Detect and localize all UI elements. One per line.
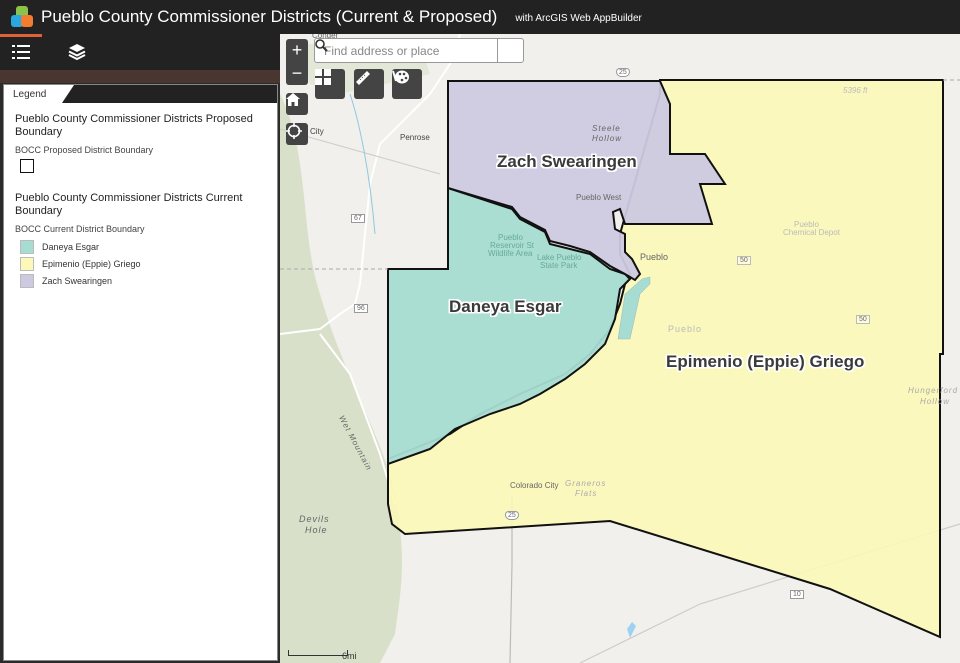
us-route-shield: 50	[856, 315, 870, 324]
zoom-control: + −	[286, 39, 308, 85]
place-label: Hungerford	[908, 386, 959, 395]
legend-item: Daneya Esgar	[20, 238, 266, 255]
search-widget	[314, 38, 524, 63]
place-label: Pueblo West	[576, 193, 622, 202]
tab-legend[interactable]	[0, 34, 42, 70]
elevation-label: 5396 ft	[843, 86, 868, 95]
legend-tab[interactable]: Legend	[4, 85, 74, 103]
legend-tabbar: Legend	[4, 85, 277, 103]
district-label-swearingen: Zach Swearingen	[497, 152, 637, 171]
search-button[interactable]	[315, 39, 523, 62]
home-button[interactable]	[286, 93, 308, 115]
home-icon	[286, 93, 300, 106]
zoom-in-button[interactable]: +	[286, 39, 308, 62]
basemap-gallery-icon	[315, 69, 331, 85]
legend-label: Zach Swearingen	[42, 275, 113, 286]
app-title: Pueblo County Commissioner Districts (Cu…	[41, 7, 498, 26]
place-label: Hollow	[920, 397, 951, 406]
legend-swatch-swearingen	[20, 273, 34, 288]
place-label: Graneros	[565, 479, 607, 488]
place-label: Pueblo	[640, 252, 669, 262]
river	[349, 93, 376, 235]
legend-body: Pueblo County Commissioner Districts Pro…	[4, 103, 277, 299]
place-label: State Park	[540, 261, 578, 270]
zoom-out-button[interactable]: −	[286, 62, 308, 85]
legend-item: Zach Swearingen	[20, 272, 266, 289]
app-header: Pueblo County Commissioner Districts (Cu…	[0, 0, 960, 34]
legend-label: Daneya Esgar	[42, 241, 100, 252]
place-label: City	[310, 127, 324, 136]
state-route-shield: 67	[351, 214, 365, 223]
legend-swatch-esgar	[20, 239, 34, 254]
state-route-shield: 96	[354, 304, 368, 313]
legend-swatch-griego	[20, 256, 34, 271]
map-view[interactable]: Penrose City Conder Steele Hollow Pueblo…	[280, 34, 960, 663]
place-label: Penrose	[400, 133, 430, 142]
draw-palette-icon	[392, 70, 409, 84]
measure-button[interactable]	[354, 69, 384, 99]
locate-button[interactable]	[286, 123, 308, 145]
place-label: Colorado City	[510, 481, 559, 490]
legend-widget: Legend Pueblo County Commissioner Distri…	[3, 84, 278, 661]
state-route-shield: 10	[790, 590, 804, 599]
us-route-shield: 50	[737, 256, 751, 265]
side-panel: Legend Pueblo County Commissioner Distri…	[0, 34, 280, 663]
place-label: Flats	[575, 489, 598, 498]
place-label: Devils	[299, 514, 330, 524]
place-label: Pueblo	[668, 324, 703, 334]
scale-label: 6mi	[342, 651, 357, 661]
district-label-esgar: Daneya Esgar	[449, 297, 562, 316]
legend-layer-proposed-title: Pueblo County Commissioner Districts Pro…	[15, 113, 253, 138]
tab-layers[interactable]	[56, 34, 98, 70]
legend-current-subtitle: BOCC Current District Boundary	[15, 224, 145, 234]
search-icon	[315, 39, 328, 52]
interstate-shield: 25	[616, 68, 630, 77]
search-input[interactable]	[315, 39, 497, 62]
place-label: Hollow	[592, 134, 623, 143]
layers-icon	[68, 44, 86, 61]
legend-proposed-subtitle: BOCC Proposed District Boundary	[15, 145, 154, 155]
measure-ruler-icon	[356, 71, 370, 85]
legend-label: Epimenio (Eppie) Griego	[42, 258, 141, 269]
place-label: Chemical Depot	[783, 228, 840, 237]
district-label-griego: Epimenio (Eppie) Griego	[666, 352, 865, 371]
legend-layer-current-title: Pueblo County Commissioner Districts Cur…	[15, 192, 243, 217]
draw-button[interactable]	[392, 69, 422, 99]
panel-title-strip	[0, 70, 280, 83]
app-logo-icon	[9, 4, 35, 30]
place-label: Hole	[305, 525, 328, 535]
interstate-shield: 25	[505, 511, 519, 520]
locate-crosshair-icon	[286, 123, 302, 139]
legend-list-icon	[12, 45, 30, 59]
legend-item: Epimenio (Eppie) Griego	[20, 255, 266, 272]
proposed-boundary-swatch	[20, 159, 34, 173]
app-subtitle: with ArcGIS Web AppBuilder	[515, 12, 642, 24]
place-label: Steele	[592, 124, 621, 133]
scale-bar	[288, 650, 348, 656]
basemap-gallery-button[interactable]	[315, 69, 345, 99]
place-label: Wildlife Area	[488, 249, 533, 258]
app-root: Pueblo County Commissioner Districts (Cu…	[0, 0, 960, 663]
panel-tabbar	[0, 34, 280, 70]
mountain-terrain	[280, 94, 402, 663]
